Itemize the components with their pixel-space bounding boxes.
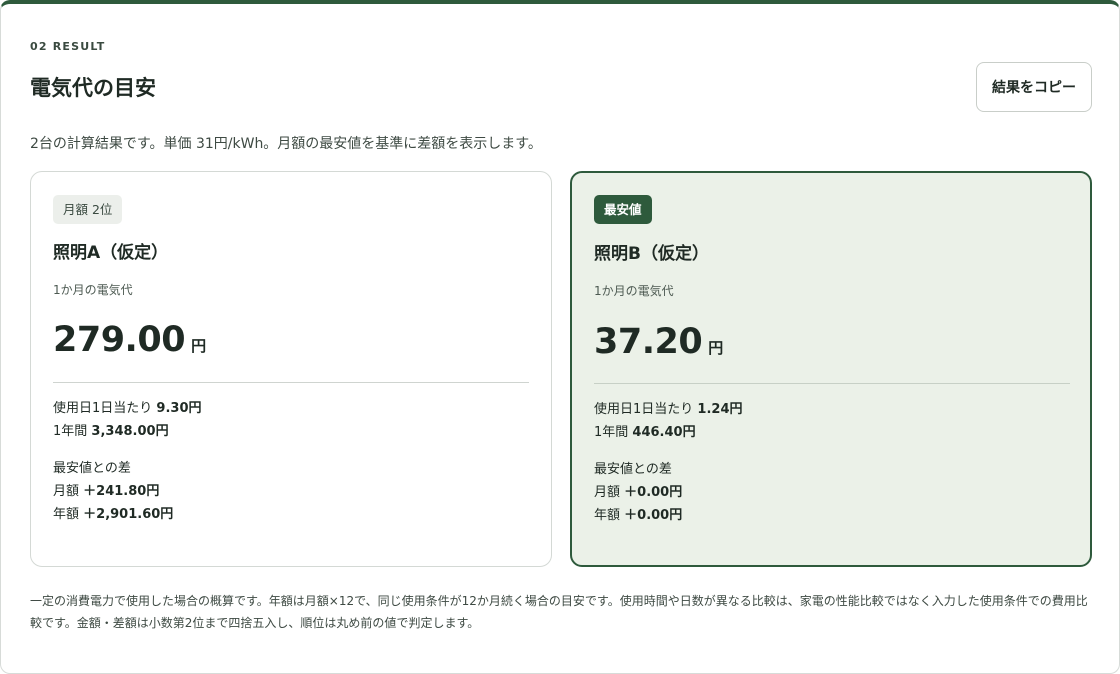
diff-monthly-label: 月額 — [594, 485, 621, 500]
result-card-b: 最安値 照明B（仮定） 1か月の電気代 37.20 円 使用日1日当たり 1.24… — [570, 171, 1092, 567]
currency-unit: 円 — [708, 339, 724, 357]
yearly-cost-label: 1年間 — [53, 424, 88, 439]
daily-cost-label: 使用日1日当たり — [594, 402, 694, 417]
page-title: 電気代の目安 — [30, 76, 156, 100]
section-eyebrow: 02 RESULT — [30, 40, 106, 53]
diff-label: 最安値との差 — [594, 462, 672, 477]
cost-stats: 使用日1日当たり 9.30円 1年間 3,348.00円 最安値との差 月額 ＋… — [53, 397, 202, 526]
diff-monthly-label: 月額 — [53, 484, 80, 499]
diff-yearly-row: 年額 ＋2,901.60円 — [53, 503, 202, 526]
daily-cost-row: 使用日1日当たり 1.24円 — [594, 398, 743, 421]
yearly-cost-value: 3,348.00円 — [91, 424, 169, 439]
result-card-a: 月額 2位 照明A（仮定） 1か月の電気代 279.00 円 使用日1日当たり 9… — [30, 171, 552, 567]
monthly-cost: 37.20 円 — [594, 322, 723, 362]
daily-cost-value: 1.24円 — [697, 402, 743, 417]
diff-yearly-label: 年額 — [594, 508, 621, 523]
diff-monthly-value: ＋241.80円 — [83, 484, 160, 499]
monthly-cost-label: 1か月の電気代 — [53, 283, 133, 297]
diff-yearly-value: ＋0.00円 — [624, 508, 683, 523]
diff-yearly-value: ＋2,901.60円 — [83, 507, 174, 522]
monthly-cost: 279.00 円 — [53, 320, 206, 360]
yearly-cost-label: 1年間 — [594, 425, 629, 440]
monthly-cost-label: 1か月の電気代 — [594, 284, 674, 298]
appliance-name: 照明B（仮定） — [594, 244, 709, 264]
currency-unit: 円 — [191, 337, 207, 355]
monthly-cost-value: 279.00 — [53, 320, 186, 360]
diff-monthly-row: 月額 ＋241.80円 — [53, 480, 202, 503]
rank-badge: 月額 2位 — [53, 195, 123, 224]
divider — [53, 382, 529, 383]
diff-monthly-row: 月額 ＋0.00円 — [594, 481, 743, 504]
yearly-cost-value: 446.40円 — [632, 425, 696, 440]
diff-monthly-value: ＋0.00円 — [624, 485, 683, 500]
daily-cost-label: 使用日1日当たり — [53, 401, 153, 416]
daily-cost-value: 9.30円 — [156, 401, 202, 416]
appliance-name: 照明A（仮定） — [53, 243, 169, 263]
yearly-cost-row: 1年間 3,348.00円 — [53, 420, 202, 443]
diff-label: 最安値との差 — [53, 461, 131, 476]
divider — [594, 383, 1070, 384]
cost-stats: 使用日1日当たり 1.24円 1年間 446.40円 最安値との差 月額 ＋0.… — [594, 398, 743, 527]
cheapest-badge: 最安値 — [594, 195, 652, 224]
yearly-cost-row: 1年間 446.40円 — [594, 421, 743, 444]
diff-yearly-row: 年額 ＋0.00円 — [594, 504, 743, 527]
result-panel: 02 RESULT 電気代の目安 結果をコピー 2台の計算結果です。単価 31円… — [0, 0, 1120, 674]
result-summary: 2台の計算結果です。単価 31円/kWh。月額の最安値を基準に差額を表示します。 — [30, 136, 542, 152]
daily-cost-row: 使用日1日当たり 9.30円 — [53, 397, 202, 420]
monthly-cost-value: 37.20 — [594, 322, 703, 362]
copy-result-button[interactable]: 結果をコピー — [976, 62, 1092, 112]
diff-yearly-label: 年額 — [53, 507, 80, 522]
footnote: 一定の消費電力で使用した場合の概算です。年額は月額×12で、同じ使用条件が12か… — [30, 594, 1088, 630]
